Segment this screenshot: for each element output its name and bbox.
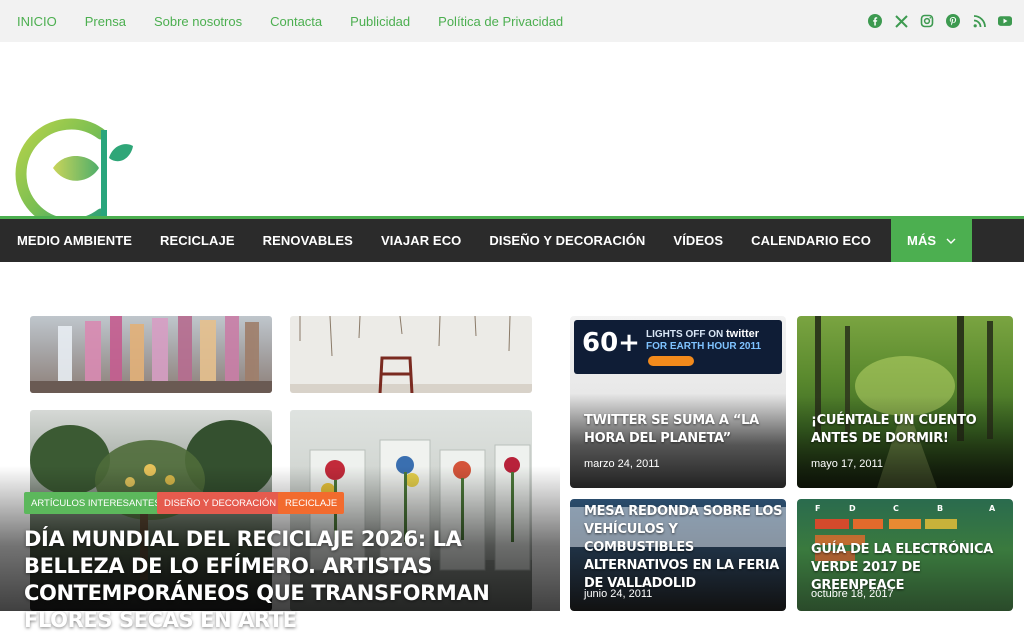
- card-date: marzo 24, 2011: [584, 458, 660, 470]
- nav-more-label: MÁS: [907, 233, 937, 248]
- card-title: ¡CUÉNTALE UN CUENTO ANTES DE DORMIR!: [811, 413, 977, 446]
- card-title: GUÍA DE LA ELECTRÓNICA VERDE 2017 DE GRE…: [811, 542, 993, 593]
- top-bar: INICIO Prensa Sobre nosotros Contacta Pu…: [0, 0, 1024, 42]
- main-nav: MEDIO AMBIENTE RECICLAJE RENOVABLES VIAJ…: [0, 216, 1024, 262]
- topnav-contacta[interactable]: Contacta: [270, 14, 322, 29]
- topnav-privacidad[interactable]: Política de Privacidad: [438, 14, 563, 29]
- badge-articulos-interesantes[interactable]: ARTÍCULOS INTERESANTES: [24, 492, 168, 514]
- svg-text:F: F: [815, 504, 820, 513]
- svg-text:C: C: [893, 504, 899, 513]
- nav-viajar-eco[interactable]: VIAJAR ECO: [367, 219, 475, 262]
- card-title: TWITTER SE SUMA A “LA HORA DEL PLANETA”: [584, 413, 759, 446]
- nav-diseno-decoracion[interactable]: DISEÑO Y DECORACIÓN: [475, 219, 659, 262]
- featured-photo-chair: [290, 316, 532, 393]
- banner-line2: FOR EARTH HOUR 2011: [646, 341, 762, 352]
- x-icon[interactable]: [894, 14, 908, 28]
- instagram-icon[interactable]: [920, 14, 934, 28]
- card-date: octubre 18, 2017: [811, 588, 894, 600]
- badge-reciclaje[interactable]: RECICLAJE: [278, 492, 345, 514]
- card-title: MESA REDONDA SOBRE LOS VEHÍCULOS Y COMBU…: [584, 504, 783, 591]
- banner-action-pill: [648, 356, 694, 366]
- earth-hour-banner: 60+ LIGHTS OFF ON twitter FOR EARTH HOUR…: [574, 320, 782, 374]
- nav-videos[interactable]: VÍDEOS: [659, 219, 737, 262]
- svg-text:B: B: [937, 504, 943, 513]
- banner-line1: LIGHTS OFF ON twitter: [646, 328, 759, 340]
- nav-reciclaje[interactable]: RECICLAJE: [146, 219, 249, 262]
- card-cuentale-cuento[interactable]: ¡CUÉNTALE UN CUENTO ANTES DE DORMIR! may…: [797, 316, 1013, 488]
- nav-medio-ambiente[interactable]: MEDIO AMBIENTE: [0, 219, 146, 262]
- facebook-icon[interactable]: [868, 14, 882, 28]
- featured-title[interactable]: DÍA MUNDIAL DEL RECICLAJE 2026: LA BELLE…: [24, 526, 544, 634]
- banner-lights-off: LIGHTS OFF ON: [646, 329, 724, 340]
- social-links: [868, 14, 1012, 28]
- chevron-down-icon: [946, 238, 956, 244]
- topnav-prensa[interactable]: Prensa: [85, 14, 126, 29]
- youtube-icon[interactable]: [998, 14, 1012, 28]
- site-logo[interactable]: [13, 116, 135, 232]
- pinterest-icon[interactable]: [946, 14, 960, 28]
- card-twitter-hora-planeta[interactable]: 60+ LIGHTS OFF ON twitter FOR EARTH HOUR…: [570, 316, 786, 488]
- card-date: junio 24, 2011: [584, 588, 653, 600]
- svg-text:A: A: [989, 504, 996, 513]
- topnav-publicidad[interactable]: Publicidad: [350, 14, 410, 29]
- banner-twitter: twitter: [726, 328, 759, 340]
- banner-number: 60+: [582, 328, 640, 358]
- top-nav: INICIO Prensa Sobre nosotros Contacta Pu…: [17, 14, 563, 29]
- topnav-inicio[interactable]: INICIO: [17, 14, 57, 29]
- topnav-sobre-nosotros[interactable]: Sobre nosotros: [154, 14, 242, 29]
- card-guia-electronica[interactable]: F D C B A GUÍA DE LA ELECTRÓNICA VERDE 2017 …: [797, 499, 1013, 611]
- svg-text:D: D: [849, 504, 856, 513]
- nav-renovables[interactable]: RENOVABLES: [249, 219, 367, 262]
- badge-diseno-decoracion[interactable]: DISEÑO Y DECORACIÓN: [157, 492, 284, 514]
- site-header: [0, 42, 1024, 230]
- nav-more-button[interactable]: MÁS: [891, 219, 973, 262]
- featured-photo-flowers-row: [30, 316, 272, 393]
- rss-icon[interactable]: [972, 14, 986, 28]
- card-date: mayo 17, 2011: [811, 458, 883, 470]
- nav-calendario-eco[interactable]: CALENDARIO ECO: [737, 219, 885, 262]
- card-mesa-redonda[interactable]: MESA REDONDA SOBRE LOS VEHÍCULOS Y COMBU…: [570, 499, 786, 611]
